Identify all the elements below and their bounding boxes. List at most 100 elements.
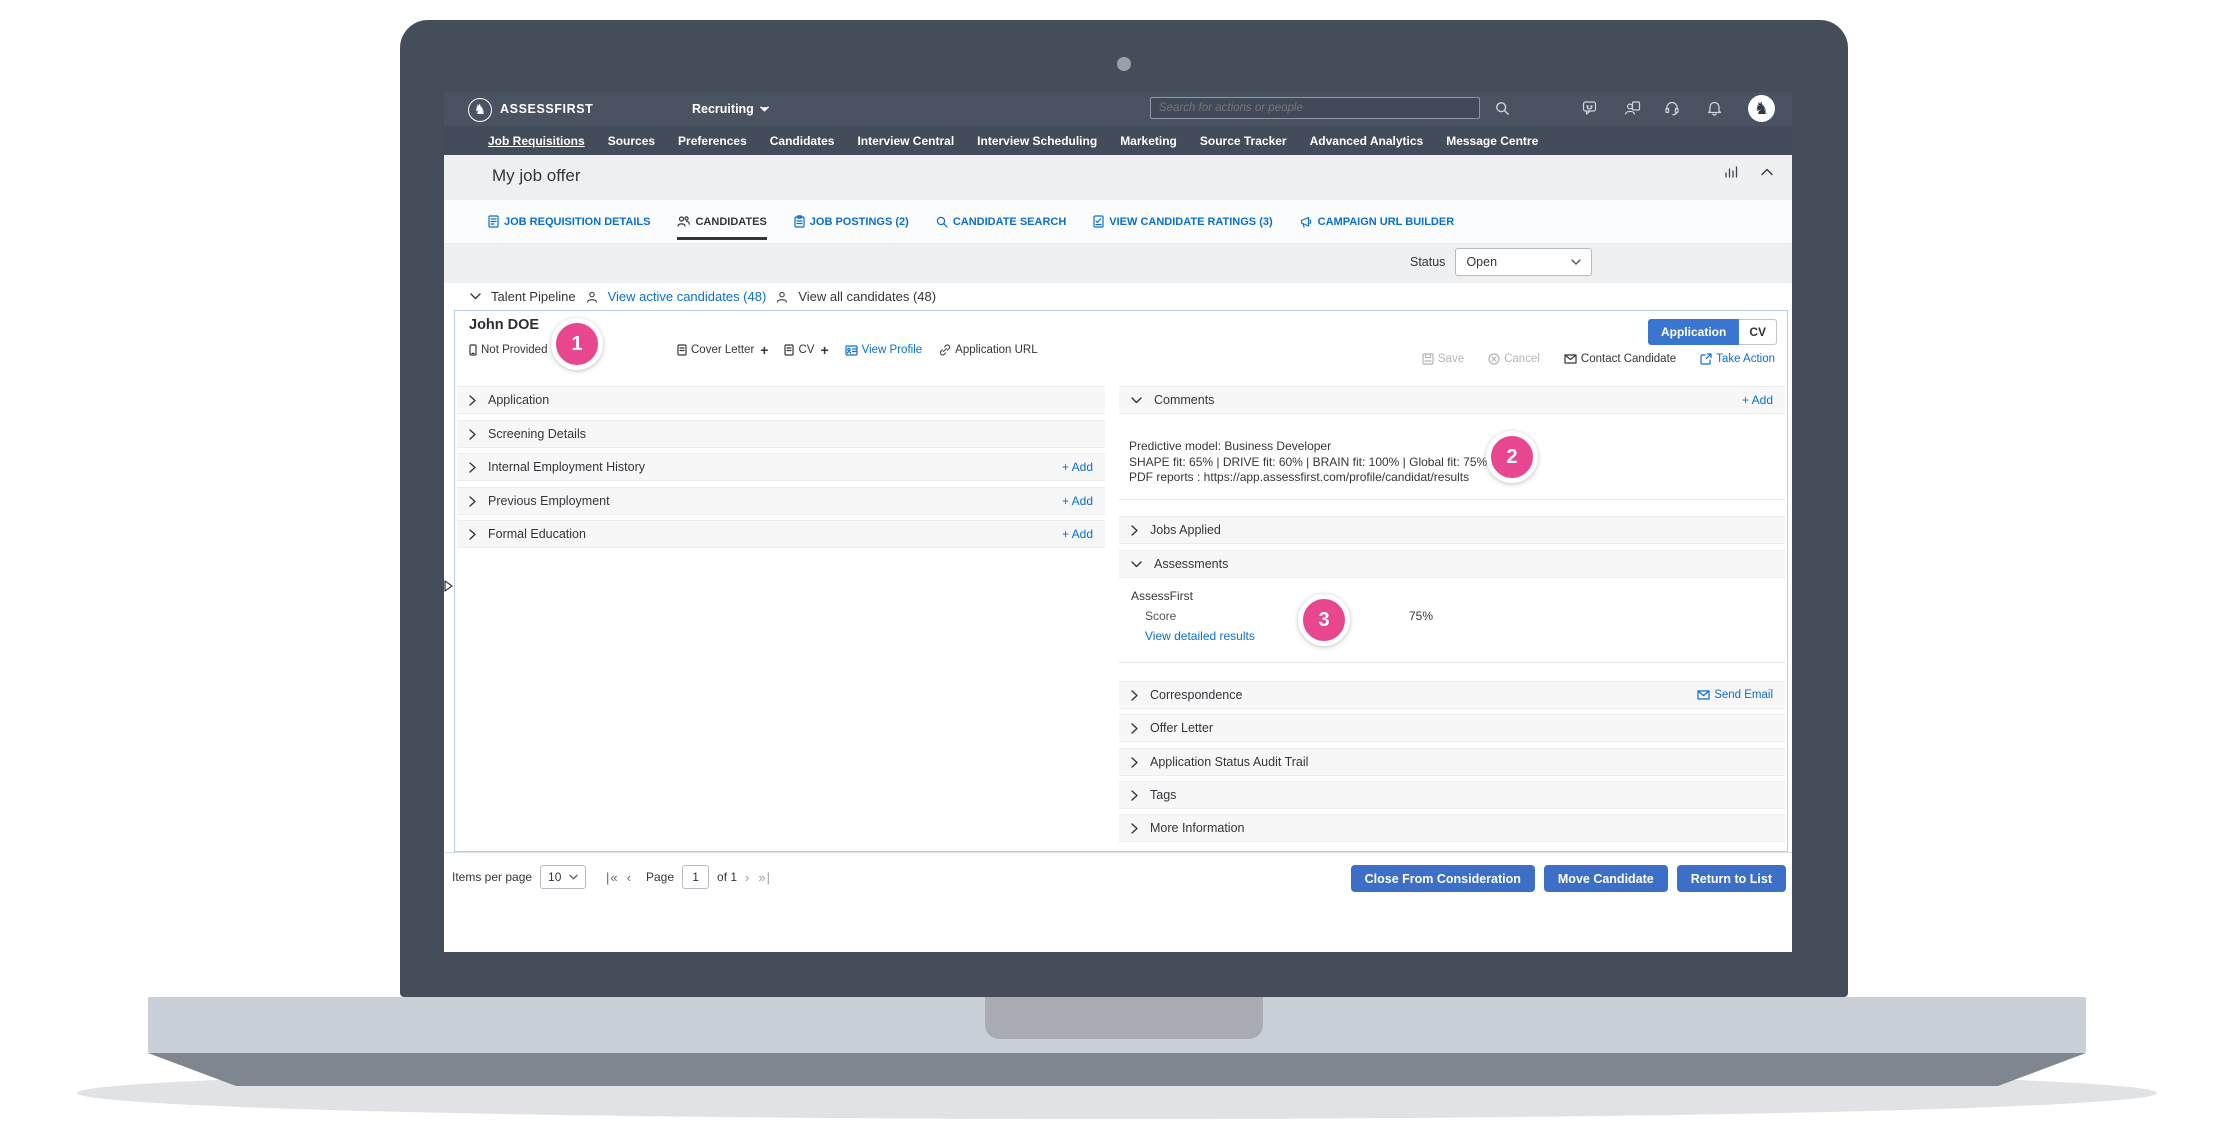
- document-icon: [488, 215, 499, 228]
- nav-item-sources[interactable]: Sources: [608, 134, 655, 148]
- nav-item-message-centre[interactable]: Message Centre: [1446, 134, 1538, 148]
- tab-job-requisition-details[interactable]: JOB REQUISITION DETAILS: [488, 200, 650, 243]
- collapse-chevron-up-icon[interactable]: [1761, 168, 1773, 176]
- add-cover-letter-button[interactable]: +: [760, 342, 768, 358]
- add-formal-education-button[interactable]: + Add: [1062, 527, 1093, 541]
- close-from-consideration-button[interactable]: Close From Consideration: [1351, 865, 1535, 892]
- cancel-button[interactable]: Cancel: [1488, 353, 1540, 365]
- status-value: Open: [1466, 255, 1497, 269]
- chevron-right-icon: [469, 395, 476, 406]
- section-screening-details[interactable]: Screening Details: [457, 420, 1105, 448]
- page-label: Page: [646, 870, 674, 884]
- save-button[interactable]: Save: [1422, 353, 1464, 365]
- brand-name: ASSESSFIRST: [500, 102, 593, 116]
- view-all-candidates-link[interactable]: View all candidates (48): [798, 289, 936, 304]
- laptop-webcam-dot: [1117, 57, 1131, 71]
- notifications-bell-icon[interactable]: [1704, 98, 1724, 118]
- previous-page-button[interactable]: ‹: [627, 870, 632, 885]
- page-number-input[interactable]: [682, 865, 709, 889]
- nav-item-interview-central[interactable]: Interview Central: [857, 134, 954, 148]
- section-assessments[interactable]: Assessments: [1119, 550, 1785, 578]
- tab-job-postings[interactable]: JOB POSTINGS (2): [794, 200, 909, 243]
- add-internal-employment-button[interactable]: + Add: [1062, 460, 1093, 474]
- chevron-right-icon: [469, 429, 476, 440]
- nav-item-source-tracker[interactable]: Source Tracker: [1200, 134, 1287, 148]
- cover-letter-item: Cover Letter +: [677, 342, 768, 358]
- mobile-phone-icon: [469, 344, 477, 356]
- next-page-button[interactable]: ›: [745, 870, 750, 885]
- section-jobs-applied[interactable]: Jobs Applied: [1119, 516, 1785, 544]
- people-icon: [677, 215, 690, 228]
- section-correspondence[interactable]: Correspondence Send Email: [1119, 681, 1785, 709]
- assessment-vendor: AssessFirst: [1131, 589, 1193, 603]
- view-profile-link[interactable]: View Profile: [845, 344, 923, 356]
- user-avatar[interactable]: ♞: [1748, 95, 1775, 122]
- section-application-status-audit-trail[interactable]: Application Status Audit Trail: [1119, 748, 1785, 776]
- section-more-information[interactable]: More Information: [1119, 814, 1785, 842]
- comment-line-3: PDF reports : https://app.assessfirst.co…: [1129, 470, 1749, 486]
- add-comment-button[interactable]: + Add: [1742, 393, 1773, 407]
- annotation-badge-2: 2: [1486, 431, 1538, 483]
- take-action-button[interactable]: Take Action: [1700, 353, 1775, 365]
- section-previous-employment[interactable]: Previous Employment + Add: [457, 487, 1105, 515]
- application-url-link[interactable]: Application URL: [938, 344, 1037, 356]
- chevron-right-icon: [1131, 757, 1138, 768]
- section-formal-education[interactable]: Formal Education + Add: [457, 520, 1105, 548]
- move-candidate-button[interactable]: Move Candidate: [1544, 865, 1668, 892]
- first-page-button[interactable]: |«: [606, 870, 619, 885]
- clipboard-icon: [794, 215, 805, 228]
- collapse-chevron-down-icon[interactable]: [470, 293, 481, 300]
- cv-item: CV +: [784, 342, 828, 358]
- tab-view-candidate-ratings[interactable]: VIEW CANDIDATE RATINGS (3): [1093, 200, 1272, 243]
- view-active-candidates-link[interactable]: View active candidates (48): [608, 289, 767, 304]
- nav-item-interview-scheduling[interactable]: Interview Scheduling: [977, 134, 1097, 148]
- add-previous-employment-button[interactable]: + Add: [1062, 494, 1093, 508]
- tab-campaign-url-builder[interactable]: CAMPAIGN URL BUILDER: [1300, 200, 1454, 243]
- chevron-right-icon: [1131, 723, 1138, 734]
- last-page-button[interactable]: »|: [758, 870, 771, 885]
- tab-candidate-search[interactable]: CANDIDATE SEARCH: [936, 200, 1066, 243]
- toggle-cv-button[interactable]: CV: [1739, 319, 1777, 345]
- page-title: My job offer: [492, 166, 581, 186]
- nav-item-marketing[interactable]: Marketing: [1120, 134, 1177, 148]
- global-search[interactable]: [1150, 97, 1480, 119]
- search-icon[interactable]: [1492, 98, 1512, 118]
- nav-item-candidates[interactable]: Candidates: [770, 134, 835, 148]
- link-icon: [938, 344, 951, 356]
- module-switcher[interactable]: Recruiting: [692, 102, 769, 116]
- section-comments[interactable]: Comments + Add: [1119, 386, 1785, 414]
- profile-card-icon: [845, 345, 858, 356]
- feedback-chat-icon[interactable]: [1580, 98, 1600, 118]
- contact-candidate-button[interactable]: Contact Candidate: [1564, 353, 1676, 365]
- tab-candidates[interactable]: CANDIDATES: [677, 200, 766, 243]
- nav-item-job-requisitions[interactable]: Job Requisitions: [488, 134, 585, 148]
- org-people-icon[interactable]: [1622, 98, 1642, 118]
- candidate-phone: Not Provided: [481, 344, 547, 356]
- chevron-right-icon: [469, 496, 476, 507]
- section-internal-employment-history[interactable]: Internal Employment History + Add: [457, 453, 1105, 481]
- add-cv-button[interactable]: +: [820, 342, 828, 358]
- app-header-bar: ♞ ASSESSFIRST Recruiting: [444, 92, 1792, 126]
- view-detailed-results-link[interactable]: View detailed results: [1145, 629, 1255, 643]
- nav-item-advanced-analytics[interactable]: Advanced Analytics: [1310, 134, 1424, 148]
- chart-icon[interactable]: [1724, 164, 1739, 179]
- return-to-list-button[interactable]: Return to List: [1677, 865, 1786, 892]
- panel-expander-handle[interactable]: [443, 578, 457, 594]
- document-icon: [677, 344, 687, 356]
- send-email-button[interactable]: Send Email: [1697, 689, 1773, 701]
- toggle-application-button[interactable]: Application: [1648, 319, 1739, 345]
- chevron-right-icon: [469, 529, 476, 540]
- section-offer-letter[interactable]: Offer Letter: [1119, 714, 1785, 742]
- chevron-right-icon: [1131, 823, 1138, 834]
- page-of-label: of 1: [717, 870, 737, 884]
- candidate-name: John DOE: [469, 317, 539, 333]
- support-headset-icon[interactable]: [1662, 98, 1682, 118]
- comment-line-1: Predictive model: Business Developer: [1129, 439, 1749, 455]
- nav-item-preferences[interactable]: Preferences: [678, 134, 747, 148]
- search-input[interactable]: [1151, 98, 1495, 118]
- section-application[interactable]: Application: [457, 386, 1105, 414]
- section-tags[interactable]: Tags: [1119, 781, 1785, 809]
- status-dropdown[interactable]: Open: [1455, 248, 1592, 276]
- items-per-page-select[interactable]: 10: [540, 865, 586, 889]
- megaphone-icon: [1300, 216, 1313, 228]
